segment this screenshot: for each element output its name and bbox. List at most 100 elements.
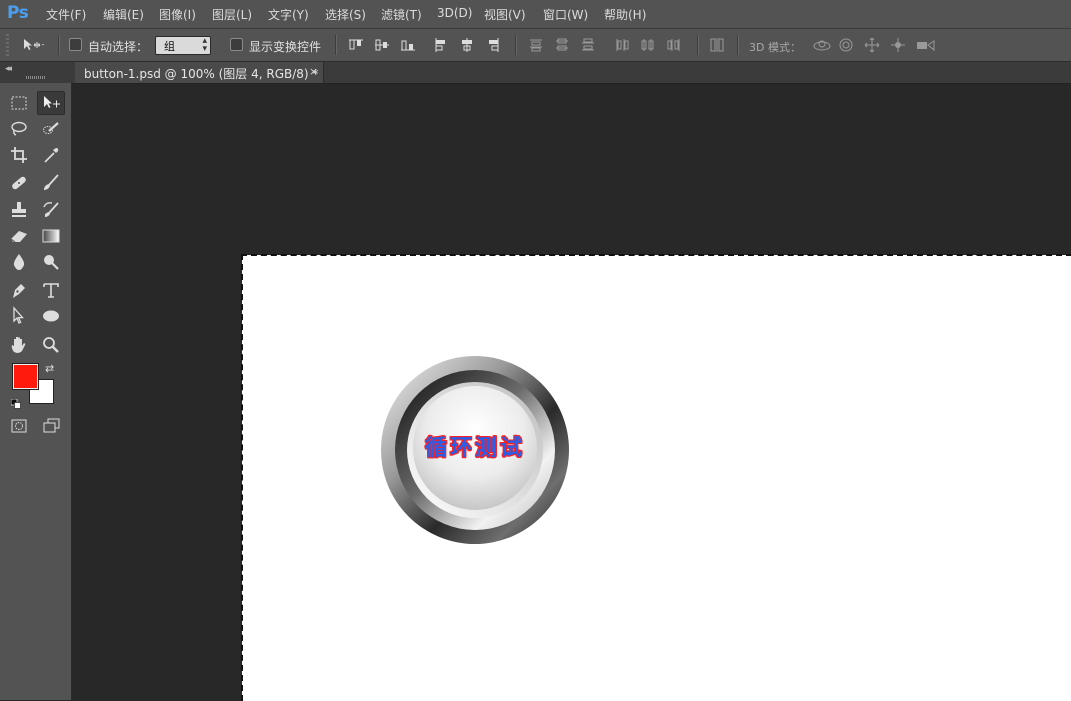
droplet-icon [13, 254, 25, 270]
brush-icon [44, 174, 59, 190]
auto-select-label: 自动选择： [88, 40, 149, 54]
separator [515, 35, 517, 55]
3d-mode-label: 3D 模式： [749, 41, 801, 54]
distribute-horizontal-centers-icon[interactable] [640, 37, 656, 53]
eyedropper-tool[interactable] [38, 144, 64, 166]
pen-tool[interactable] [6, 279, 32, 301]
move-tool-preset-icon[interactable] [22, 37, 46, 53]
foreground-color-swatch[interactable] [13, 364, 38, 389]
type-tool[interactable] [38, 279, 64, 301]
history-brush-tool[interactable] [38, 199, 64, 221]
menu-select[interactable]: 选择(S) [325, 6, 366, 23]
auto-align-layers-icon[interactable] [709, 37, 725, 53]
pen-icon [13, 284, 25, 298]
zoom-tool[interactable] [38, 334, 64, 356]
3d-orbit-icon[interactable] [812, 37, 832, 53]
photoshop-logo: Ps [7, 3, 29, 23]
distribute-right-icon[interactable] [666, 37, 682, 53]
menu-3d[interactable]: 3D(D) [437, 6, 472, 20]
ellipse-tool[interactable] [38, 305, 64, 327]
close-tab-icon[interactable]: × [309, 65, 318, 78]
eyedropper-icon [44, 148, 59, 163]
marquee-icon [11, 96, 27, 110]
move-tool[interactable] [37, 91, 65, 115]
screen-mode-icon [43, 418, 60, 433]
separator [335, 35, 337, 55]
menu-help[interactable]: 帮助(H) [604, 6, 646, 23]
distribute-bottom-icon[interactable] [580, 37, 596, 53]
screen-mode[interactable] [38, 415, 64, 437]
document-canvas[interactable] [242, 255, 1071, 701]
lasso-tool[interactable] [6, 118, 32, 140]
quick-selection-tool[interactable] [38, 118, 64, 140]
lasso-icon [11, 121, 27, 136]
menu-type[interactable]: 文字(Y) [268, 6, 309, 23]
dodge-tool[interactable] [38, 251, 64, 273]
document-tab-bar: button-1.psd @ 100% (图层 4, RGB/8) * × [72, 62, 1071, 84]
options-bar: 自动选择： 组 ▴ ▾ 显示变换控件 3D 模式： [0, 29, 1071, 62]
stamp-icon [12, 202, 26, 217]
path-selection-tool[interactable] [6, 305, 32, 327]
ellipse-icon [43, 310, 59, 322]
dodge-icon [44, 255, 59, 270]
quick-mask-icon [11, 419, 27, 433]
menu-view[interactable]: 视图(V) [484, 6, 526, 23]
align-horizontal-centers-icon[interactable] [459, 37, 475, 53]
move-icon [44, 96, 60, 108]
distribute-top-icon[interactable] [528, 37, 544, 53]
align-top-edges-icon[interactable] [348, 37, 364, 53]
blur-tool[interactable] [6, 251, 32, 273]
default-colors-icon[interactable] [10, 394, 21, 409]
quick-selection-icon [43, 122, 59, 134]
document-tab-title: button-1.psd @ 100% (图层 4, RGB/8) * [84, 67, 319, 81]
collapse-panel-icon[interactable]: ◂◂ [5, 64, 12, 74]
3d-slide-icon[interactable] [890, 37, 906, 53]
menu-layer[interactable]: 图层(L) [212, 6, 252, 23]
align-vertical-centers-icon[interactable] [374, 37, 390, 53]
gradient-icon [42, 229, 60, 243]
menu-filter[interactable]: 滤镜(T) [381, 6, 422, 23]
dropdown-arrows-icon: ▴ ▾ [202, 36, 207, 54]
bandage-icon [12, 176, 26, 190]
clone-stamp-tool[interactable] [6, 199, 32, 221]
spot-healing-tool[interactable] [6, 172, 32, 194]
history-brush-icon [43, 202, 59, 217]
3d-scale-icon[interactable] [915, 37, 937, 53]
round-button-graphic[interactable]: 循环测试 [380, 354, 570, 546]
menu-file[interactable]: 文件(F) [46, 6, 86, 23]
crop-tool[interactable] [6, 144, 32, 166]
toolbar-header: ◂◂ [0, 62, 72, 83]
menu-image[interactable]: 图像(I) [159, 6, 196, 23]
distribute-vertical-centers-icon[interactable] [554, 37, 570, 53]
quick-mask-mode[interactable] [6, 415, 32, 437]
distribute-left-icon[interactable] [614, 37, 630, 53]
toolbar-grip[interactable] [26, 76, 46, 79]
brush-tool[interactable] [38, 172, 64, 194]
auto-select-target-dropdown[interactable]: 组 ▴ ▾ [155, 36, 211, 55]
auto-select-checkbox[interactable] [69, 38, 82, 51]
3d-roll-icon[interactable] [838, 37, 854, 53]
align-left-edges-icon[interactable] [433, 37, 449, 53]
separator [737, 35, 739, 55]
align-right-edges-icon[interactable] [485, 37, 501, 53]
swap-colors-icon[interactable]: ⇄ [45, 362, 54, 375]
menu-edit[interactable]: 编辑(E) [103, 6, 144, 23]
menu-window[interactable]: 窗口(W) [543, 6, 588, 23]
tools-panel: ⇄ [0, 76, 72, 700]
eraser-tool[interactable] [6, 225, 32, 247]
crop-icon [11, 147, 27, 163]
3d-pan-icon[interactable] [864, 37, 880, 53]
show-transform-label: 显示变换控件 [249, 40, 322, 54]
gradient-tool[interactable] [38, 225, 64, 247]
show-transform-checkbox[interactable] [230, 38, 243, 51]
hand-tool[interactable] [6, 334, 32, 356]
document-tab[interactable]: button-1.psd @ 100% (图层 4, RGB/8) * × [75, 62, 324, 83]
type-icon [43, 283, 59, 298]
separator [697, 35, 699, 55]
menu-bar: Ps 文件(F) 编辑(E) 图像(I) 图层(L) 文字(Y) 选择(S) 滤… [0, 0, 1071, 29]
options-bar-grip[interactable] [6, 34, 9, 56]
align-bottom-edges-icon[interactable] [400, 37, 416, 53]
auto-select-target-value: 组 [164, 40, 175, 53]
rectangular-marquee-tool[interactable] [6, 92, 32, 114]
separator [58, 35, 60, 55]
